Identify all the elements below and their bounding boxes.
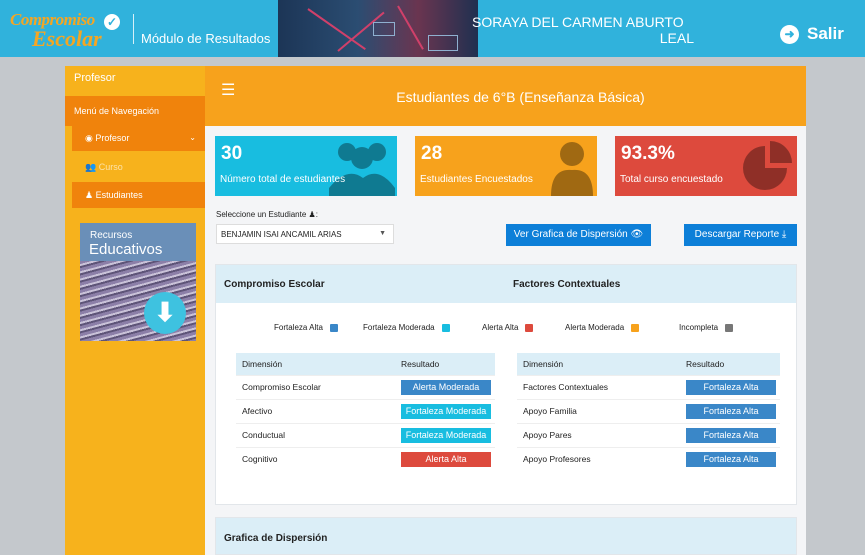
user-icon — [551, 142, 593, 196]
users-icon — [329, 143, 395, 196]
table-row: Apoyo Pares Fortaleza Alta — [517, 422, 780, 447]
user-circle-icon: ◉ — [85, 133, 96, 143]
stat-value: 28 — [421, 143, 443, 164]
legend-swatch — [525, 323, 534, 332]
column-header-dimension: Dimensión — [236, 353, 395, 375]
stat-label: Estudiantes Encuestados — [420, 174, 533, 185]
student-select-value: BENJAMIN ISAI ANCAMIL ARIAS — [221, 230, 342, 239]
recursos-line1: Recursos — [90, 230, 133, 241]
logout-button[interactable]: ➜ Salir — [780, 24, 844, 44]
legend-item-alerta-moderada: Alerta Moderada — [565, 323, 640, 332]
sidebar-item-label: Profesor — [95, 133, 130, 143]
sidebar-item-label: Curso — [98, 162, 123, 172]
column-header-resultado: Resultado — [395, 353, 495, 375]
sidebar-title: Profesor — [74, 72, 116, 84]
stat-value: 93.3% — [621, 143, 675, 164]
table-header-row: Dimensión Resultado — [517, 353, 780, 375]
results-panel: Compromiso Escolar Factores Contextuales… — [215, 264, 797, 505]
recursos-line2: Educativos — [89, 241, 163, 258]
logout-icon: ➜ — [780, 24, 799, 44]
dispersion-panel-title: Grafica de Dispersión — [224, 533, 328, 544]
header-banner-image — [278, 0, 478, 57]
top-bar: Compromiso Escolar ✓ Módulo de Resultado… — [0, 0, 865, 57]
eye-icon: 👁 — [630, 229, 644, 240]
table-row: Apoyo Familia Fortaleza Alta — [517, 398, 780, 423]
main-content: ☰ Estudiantes de 6°B (Enseñanza Básica) … — [205, 66, 806, 555]
legend-item-alerta-alta: Alerta Alta — [482, 323, 534, 332]
column-header-resultado: Resultado — [680, 353, 780, 375]
table-row: Compromiso Escolar Alerta Moderada — [236, 374, 495, 399]
check-icon: ✓ — [104, 14, 120, 30]
legend-swatch — [725, 323, 734, 332]
group-icon: 👥 — [85, 162, 99, 172]
status-badge: Alerta Moderada — [401, 379, 491, 395]
compromiso-escolar-logo[interactable]: Compromiso Escolar ✓ — [10, 10, 128, 51]
user-name-line2: LEAL — [659, 30, 694, 46]
legend-swatch — [441, 323, 450, 332]
table-row: Cognitivo Alerta Alta — [236, 446, 495, 471]
status-badge: Fortaleza Alta — [686, 451, 776, 467]
legend-swatch — [329, 323, 338, 332]
download-icon: ⤓ — [781, 229, 787, 240]
legend-item-fortaleza-alta: Fortaleza Alta — [274, 323, 338, 332]
recursos-educativos-banner[interactable]: Recursos Educativos ⬇ — [80, 223, 196, 341]
table-row: Factores Contextuales Fortaleza Alta — [517, 374, 780, 399]
chevron-down-icon: ▼ — [379, 230, 386, 237]
stat-card-porcentaje: 93.3% Total curso encuestado — [615, 136, 797, 196]
status-badge: Fortaleza Alta — [686, 427, 776, 443]
user-name: SORAYA DEL CARMEN ABURTO LEAL — [472, 14, 694, 46]
status-badge: Fortaleza Alta — [686, 379, 776, 395]
stat-value: 30 — [221, 143, 243, 164]
compromiso-table: Dimensión Resultado Compromiso Escolar A… — [236, 353, 495, 471]
table-row: Conductual Fortaleza Moderada — [236, 422, 495, 447]
sidebar-item-estudiantes[interactable]: ♟ Estudiantes — [72, 182, 205, 208]
column-header-dimension: Dimensión — [517, 353, 680, 375]
select-student-label: Seleccione un Estudiante ♟: — [216, 210, 318, 219]
user-name-line1: SORAYA DEL CARMEN ABURTO — [472, 14, 684, 30]
legend-swatch — [631, 323, 640, 332]
pie-chart-icon — [743, 141, 792, 190]
download-icon[interactable]: ⬇ — [144, 292, 186, 334]
table-row: Apoyo Profesores Fortaleza Alta — [517, 446, 780, 471]
legend-item-incompleta: Incompleta — [679, 323, 734, 332]
descargar-reporte-button[interactable]: Descargar Reporte ⤓ — [684, 224, 797, 246]
main-header: ☰ Estudiantes de 6°B (Enseñanza Básica) — [205, 66, 806, 126]
status-badge: Fortaleza Moderada — [401, 403, 491, 419]
status-badge: Fortaleza Moderada — [401, 427, 491, 443]
stat-card-encuestados: 28 Estudiantes Encuestados — [415, 136, 597, 196]
sidebar-item-profesor[interactable]: ◉ Profesor ⌄ — [72, 125, 205, 151]
panel-title-factores: Factores Contextuales — [513, 279, 621, 290]
status-badge: Alerta Alta — [401, 451, 491, 467]
logo-line2: Escolar — [32, 26, 102, 51]
stat-card-total: 30 Número total de estudiantes — [215, 136, 397, 196]
sidebar-item-curso[interactable]: 👥 Curso — [85, 162, 123, 173]
user-icon: ♟ — [308, 210, 316, 219]
stat-label: Total curso encuestado — [620, 174, 723, 185]
status-badge: Fortaleza Alta — [686, 403, 776, 419]
page-title: Estudiantes de 6°B (Enseñanza Básica) — [396, 89, 645, 105]
panel-title-compromiso: Compromiso Escolar — [224, 279, 325, 290]
logout-label: Salir — [807, 24, 844, 43]
sidebar-item-label: Estudiantes — [95, 190, 143, 200]
user-icon: ♟ — [85, 190, 96, 200]
table-row: Afectivo Fortaleza Moderada — [236, 398, 495, 423]
module-title: Módulo de Resultados — [141, 31, 271, 46]
stat-label: Número total de estudiantes — [220, 174, 346, 185]
results-panel-header: Compromiso Escolar Factores Contextuales — [216, 265, 796, 303]
legend-item-fortaleza-moderada: Fortaleza Moderada — [363, 323, 450, 332]
dispersion-panel: Grafica de Dispersión — [215, 517, 797, 555]
header-divider — [133, 14, 134, 44]
table-header-row: Dimensión Resultado — [236, 353, 495, 375]
chevron-down-icon: ⌄ — [189, 133, 196, 142]
ver-grafica-button[interactable]: Ver Grafica de Dispersión 👁 — [506, 224, 651, 246]
sidebar-nav-header: Menú de Navegación — [65, 96, 205, 126]
factores-table: Dimensión Resultado Factores Contextuale… — [517, 353, 780, 471]
student-select[interactable]: BENJAMIN ISAI ANCAMIL ARIAS ▼ — [216, 224, 394, 244]
